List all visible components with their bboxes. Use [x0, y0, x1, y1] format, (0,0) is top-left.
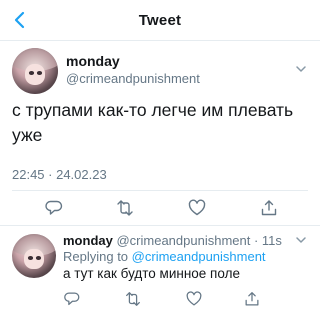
- replying-to-label: Replying to: [63, 249, 129, 264]
- reply-chevron-down-icon[interactable]: [294, 233, 308, 247]
- reply-meta: monday @crimeandpunishment · 11s: [63, 233, 282, 248]
- top-bar: Tweet: [0, 0, 320, 40]
- page-title: Tweet: [138, 12, 182, 29]
- reply-retweet-icon[interactable]: [124, 290, 144, 310]
- reply-text: а тут как будто минное поле: [63, 266, 240, 281]
- header-divider: [0, 40, 320, 41]
- reply-author-name[interactable]: monday: [63, 233, 113, 248]
- reply-reply-icon[interactable]: [63, 290, 83, 310]
- timestamp-divider: [12, 190, 308, 191]
- reply-like-icon[interactable]: [185, 290, 205, 310]
- author-handle[interactable]: @crimeandpunishment: [66, 71, 200, 86]
- share-icon[interactable]: [259, 198, 279, 218]
- like-icon[interactable]: [187, 198, 207, 218]
- reply-icon[interactable]: [44, 198, 64, 218]
- reply-avatar[interactable]: [12, 234, 56, 278]
- retweet-icon[interactable]: [115, 198, 135, 218]
- avatar[interactable]: [12, 48, 58, 94]
- tweet-timestamp[interactable]: 22:45 · 24.02.23: [12, 167, 107, 182]
- author-name[interactable]: monday: [66, 53, 120, 69]
- tweet-text: с трупами как-то легче им плевать уже: [12, 100, 294, 145]
- replying-to-line: Replying to @crimeandpunishment: [63, 249, 266, 264]
- reply-author-handle[interactable]: @crimeandpunishment: [116, 233, 250, 248]
- replying-to-handle[interactable]: @crimeandpunishment: [132, 249, 266, 264]
- actions-divider: [0, 225, 320, 226]
- chevron-down-icon[interactable]: [294, 62, 308, 76]
- reply-share-icon[interactable]: [243, 290, 263, 310]
- reply-time: · 11s: [253, 233, 282, 248]
